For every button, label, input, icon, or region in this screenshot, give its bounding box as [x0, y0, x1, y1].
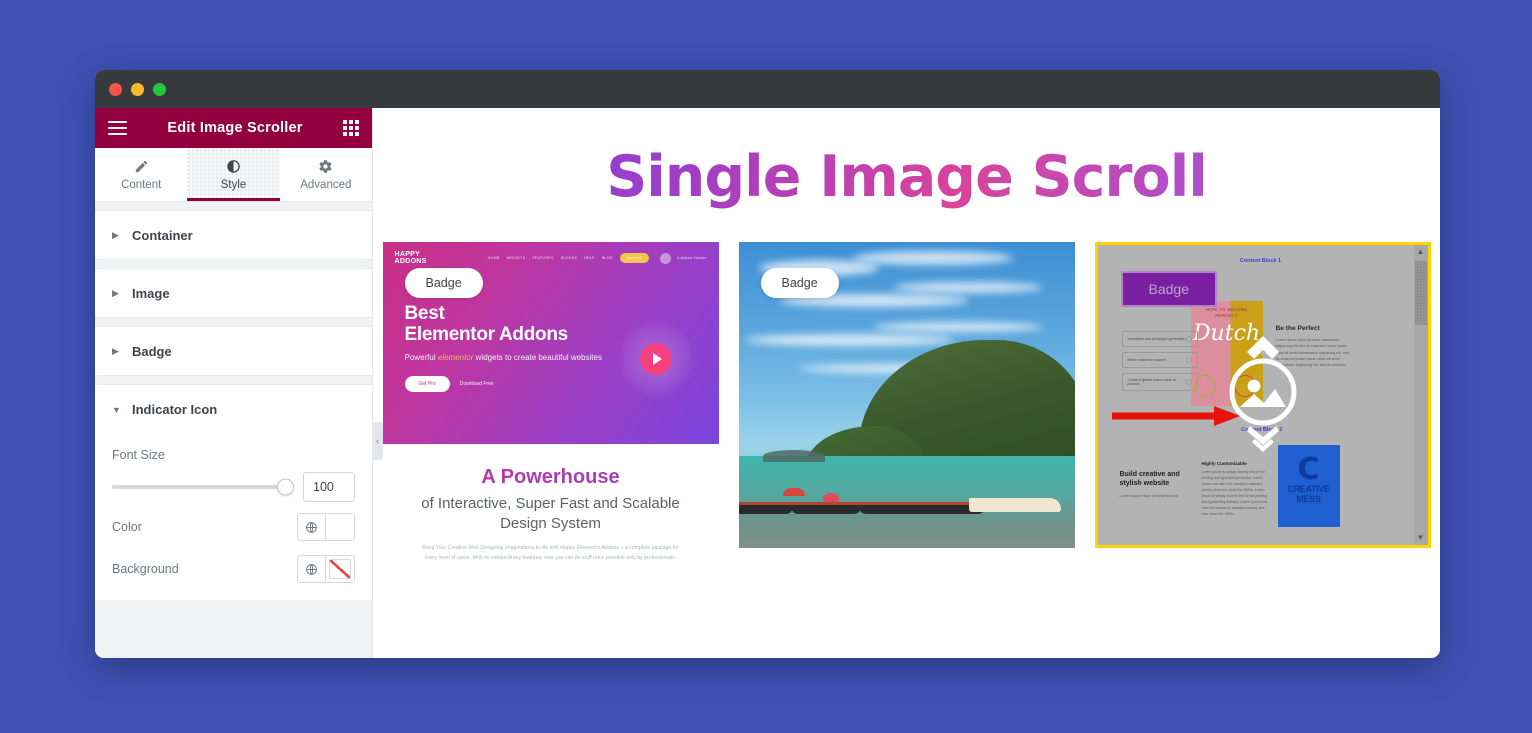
mock-nav-cta: MyLead [619, 253, 649, 264]
font-size-control: Font Size [112, 448, 355, 506]
tab-advanced-label: Advanced [300, 179, 352, 191]
background-label: Background [112, 562, 179, 576]
font-size-slider-thumb[interactable] [277, 478, 294, 496]
color-label: Color [112, 520, 142, 534]
tab-style-label: Style [220, 179, 247, 191]
globe-icon[interactable] [298, 556, 326, 582]
panel-header: Edit Image Scroller [95, 108, 372, 148]
scroller-item-3-badge[interactable]: Badge [1120, 271, 1217, 307]
tab-advanced[interactable]: Advanced [280, 148, 372, 201]
color-picker[interactable] [297, 513, 355, 541]
caption-title: A Powerhouse [401, 466, 701, 489]
chevron-down-icon: ▼ [112, 404, 121, 415]
play-icon [616, 320, 695, 398]
brand-logo: HAPPY ADDONS [394, 251, 427, 266]
photo-islet [762, 450, 825, 462]
grid-icon[interactable] [343, 120, 359, 136]
scroller-item-2[interactable]: Badge [738, 242, 1075, 563]
editor-canvas: Single Image Scroll HAPPY ADDONS HOME WI [373, 108, 1440, 658]
mock-label-mid: Content Block 2 [1241, 427, 1283, 433]
scroller-item-1-badge[interactable]: Badge [404, 268, 483, 298]
scroller-item-2-image[interactable]: Badge [738, 242, 1075, 548]
scroller-item-3-selected[interactable]: Content Block 1 HOW TO SECURE PERFECT Du… [1094, 242, 1431, 548]
chevron-right-icon: ▶ [112, 229, 119, 240]
font-size-label: Font Size [112, 448, 165, 462]
mock-mid-column: Highly Customizable Lorem ipsum is simpl… [1201, 461, 1268, 516]
section-image-label: Image [132, 285, 170, 301]
scroll-down-arrow-icon[interactable]: ▼ [1417, 531, 1425, 545]
card-scrollbar[interactable]: ▲ ▼ [1413, 245, 1428, 545]
color-swatch[interactable] [326, 514, 354, 540]
tab-content-label: Content [121, 179, 162, 191]
mock-lower-left: Build creative and stylish website Lorem… [1119, 471, 1180, 499]
gear-icon [318, 158, 333, 175]
section-container[interactable]: ▶ Container [95, 210, 372, 260]
scrollbar-thumb[interactable] [1414, 261, 1427, 325]
window-body: Edit Image Scroller Content Style Advanc… [95, 108, 1440, 658]
pencil-icon [134, 158, 149, 175]
background-swatch[interactable] [326, 556, 354, 582]
mock-secondary-button: Download Free [459, 381, 494, 388]
globe-icon[interactable] [298, 514, 326, 540]
scroller-item-1-image[interactable]: HAPPY ADDONS HOME WIDGETS FEATURES BLOCK… [382, 242, 719, 444]
panel-title: Edit Image Scroller [167, 120, 303, 136]
chevron-right-icon: ▶ [112, 345, 119, 356]
mock-poster-creative: C CREATIVE MESS [1277, 445, 1340, 527]
mock-bicycle-graphic [1193, 367, 1256, 397]
avatar [659, 252, 671, 264]
section-indicator-icon-label: Indicator Icon [132, 402, 218, 417]
color-control: Color [112, 506, 355, 548]
mock-feature-list: Innovation dan pionirajcb generation Bet… [1121, 331, 1198, 396]
hamburger-icon[interactable] [108, 120, 127, 136]
close-window-button[interactable] [109, 82, 122, 96]
photo-speedboat [968, 498, 1061, 512]
editor-panel: Edit Image Scroller Content Style Advanc… [95, 108, 383, 658]
tab-content[interactable]: Content [95, 148, 187, 201]
section-indicator-icon[interactable]: ▼ Indicator Icon [95, 384, 372, 434]
indicator-icon-controls: Font Size Color [95, 434, 372, 600]
maximize-window-button[interactable] [153, 82, 166, 96]
section-image[interactable]: ▶ Image [95, 268, 372, 318]
background-picker[interactable] [297, 555, 355, 583]
scroller-item-2-badge[interactable]: Badge [760, 268, 839, 298]
panel-tabs: Content Style Advanced [95, 148, 372, 202]
section-badge-label: Badge [132, 343, 172, 359]
background-control: Background [112, 548, 355, 590]
annotation-arrow-icon [1111, 406, 1240, 426]
caption-body: Bring Your Creative Web Designing Imagin… [422, 544, 679, 561]
font-size-slider[interactable] [112, 478, 294, 496]
window-titlebar [95, 70, 1440, 108]
mock-right-column: Be the Perfect Lorem ipsum dolor sit ame… [1275, 325, 1349, 368]
chevron-left-icon: ‹ [376, 436, 379, 446]
image-scroller-widget: HAPPY ADDONS HOME WIDGETS FEATURES BLOCK… [373, 242, 1440, 563]
tab-style[interactable]: Style [187, 148, 280, 201]
mock-primary-button: Get Pro [404, 376, 450, 393]
scroller-item-1[interactable]: HAPPY ADDONS HOME WIDGETS FEATURES BLOCK… [382, 242, 719, 563]
panel-collapse-handle[interactable]: ‹ [372, 422, 383, 460]
section-container-label: Container [132, 227, 193, 243]
scroll-up-arrow-icon[interactable]: ▲ [1417, 245, 1425, 259]
page-title: Single Image Scroll [373, 144, 1440, 210]
contrast-icon [226, 158, 241, 175]
section-badge[interactable]: ▶ Badge [95, 326, 372, 376]
font-size-input[interactable] [303, 472, 355, 502]
minimize-window-button[interactable] [131, 82, 144, 96]
scroller-item-1-caption: A Powerhouse of Interactive, Super Fast … [383, 444, 719, 563]
mock-nav-links: HOME WIDGETS FEATURES BLOCKS HELP BLOG M… [488, 252, 707, 264]
chevron-right-icon: ▶ [112, 287, 119, 298]
scroller-item-3[interactable]: Content Block 1 HOW TO SECURE PERFECT Du… [1094, 242, 1431, 563]
mock-label-top: Content Block 1 [1239, 258, 1281, 264]
app-window: Edit Image Scroller Content Style Advanc… [95, 70, 1440, 658]
caption-subtitle: of Interactive, Super Fast and Scalable … [421, 495, 680, 532]
